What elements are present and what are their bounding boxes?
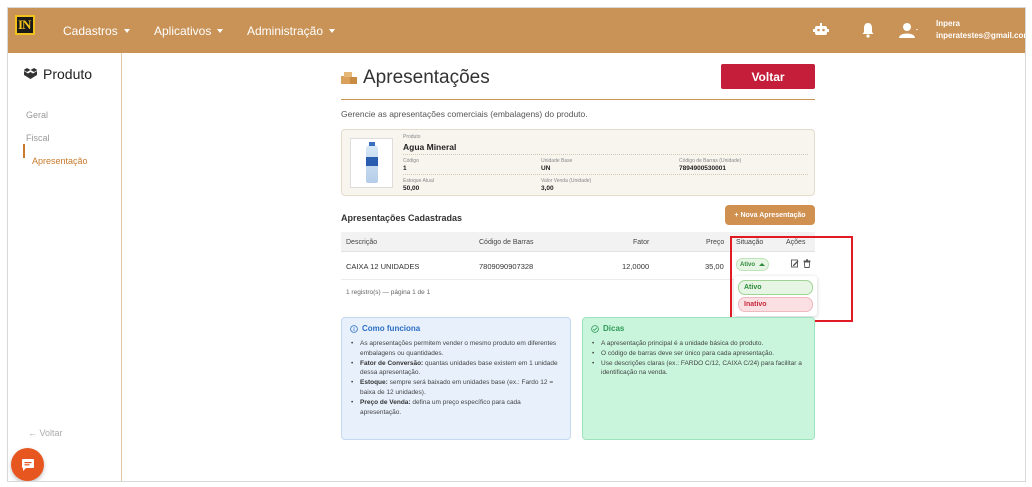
sidebar-back-link[interactable]: ← Voltar xyxy=(28,428,63,438)
page-title: Apresentações xyxy=(341,67,490,89)
product-name: Agua Mineral xyxy=(403,142,457,152)
cell-preco: 35,00 xyxy=(705,262,724,271)
chevron-down-icon xyxy=(123,29,130,33)
list-item: Preço de Venda: defina um preço específi… xyxy=(350,398,562,418)
bottle-cap xyxy=(369,142,375,146)
barcode-value: 7894900530001 xyxy=(679,165,726,172)
user-info[interactable]: Inpera inperatestes@gmail.com xyxy=(936,18,1026,42)
robot-icon[interactable] xyxy=(813,22,829,38)
highlight-box xyxy=(730,236,853,322)
sidebar-item-fiscal[interactable]: Fiscal xyxy=(26,133,50,143)
new-presentation-button[interactable]: + Nova Apresentação xyxy=(725,205,815,225)
unit-value: UN xyxy=(541,165,551,172)
col-fator[interactable]: Fator xyxy=(633,239,649,246)
how-it-works-box: Como funciona As apresentações permitem … xyxy=(341,317,571,440)
barcode-label: Código de Barras (Unidade) xyxy=(679,158,742,164)
code-label: Código xyxy=(403,158,419,164)
cell-fator: 12,0000 xyxy=(622,262,650,271)
chevron-down-icon xyxy=(329,29,336,33)
stock-value: 50,00 xyxy=(403,185,420,192)
code-value: 1 xyxy=(403,165,407,172)
list-item: Fator de Conversão: quantas unidades bas… xyxy=(350,359,562,379)
boxes-icon xyxy=(341,72,357,84)
sidebar-item-apresentacao[interactable]: Apresentação xyxy=(32,156,88,166)
chat-button[interactable] xyxy=(11,448,44,481)
back-button[interactable]: Voltar xyxy=(721,64,815,89)
product-image xyxy=(350,138,393,188)
page-subtitle: Gerencie as apresentações comerciais (em… xyxy=(341,109,588,119)
sidebar-title: Produto xyxy=(24,66,92,82)
boxes-icon xyxy=(24,68,37,79)
tips-box: Dicas A apresentação principal é a unida… xyxy=(582,317,815,440)
col-descricao[interactable]: Descrição xyxy=(346,239,377,246)
stock-label: Estoque Atual xyxy=(403,178,434,184)
section-title: Apresentações Cadastradas xyxy=(341,213,463,223)
user-name: Inpera xyxy=(936,19,961,28)
bottle-label xyxy=(366,157,378,166)
app-logo[interactable]: IN xyxy=(15,15,35,35)
list-item: As apresentações permitem vender o mesmo… xyxy=(350,339,562,359)
col-preco[interactable]: Preço xyxy=(706,239,724,246)
active-indicator xyxy=(23,144,25,158)
how-it-works-list: As apresentações permitem vender o mesmo… xyxy=(350,339,562,417)
divider xyxy=(403,174,808,175)
title-divider xyxy=(341,99,815,100)
col-codigo[interactable]: Código de Barras xyxy=(479,239,533,246)
chat-icon xyxy=(21,458,34,471)
check-circle-icon xyxy=(591,324,599,333)
list-item: O código de barras deve ser único para c… xyxy=(591,349,806,359)
sidebar-item-geral[interactable]: Geral xyxy=(26,110,48,120)
bell-icon[interactable] xyxy=(860,22,876,38)
tips-title: Dicas xyxy=(591,324,806,333)
how-it-works-title: Como funciona xyxy=(350,324,562,333)
pagination-info: 1 registro(s) — página 1 de 1 xyxy=(346,289,431,296)
menu-administracao[interactable]: Administração xyxy=(247,24,336,38)
product-summary-card: Produto Agua Mineral Código 1 Unidade Ba… xyxy=(341,129,815,196)
cell-descricao: CAIXA 12 UNIDADES xyxy=(346,262,420,271)
price-value: 3,00 xyxy=(541,185,554,192)
top-navbar: IN Cadastros Aplicativos Administração I… xyxy=(8,8,1025,53)
menu-aplicativos[interactable]: Aplicativos xyxy=(154,24,224,38)
info-icon xyxy=(350,324,358,333)
cell-codigo: 7809090907328 xyxy=(479,262,534,271)
user-avatar-icon[interactable] xyxy=(899,22,919,38)
list-item: Estoque: sempre será baixado em unidades… xyxy=(350,378,562,398)
unit-label: Unidade Base xyxy=(541,158,573,164)
list-item: A apresentação principal é a unidade bás… xyxy=(591,339,806,349)
divider xyxy=(403,154,808,155)
tips-list: A apresentação principal é a unidade bás… xyxy=(591,339,806,378)
app-frame: IN Cadastros Aplicativos Administração I… xyxy=(7,7,1026,482)
price-label: Valor Venda (Unidade) xyxy=(541,178,592,184)
chevron-down-icon xyxy=(217,29,224,33)
user-email: inperatestes@gmail.com xyxy=(936,31,1026,40)
sidebar: Produto Geral Fiscal Apresentação ← Volt… xyxy=(8,53,122,481)
menu-cadastros[interactable]: Cadastros xyxy=(63,24,130,38)
product-label: Produto xyxy=(403,134,421,140)
list-item: Use descrições claras (ex.: FARDO C/12, … xyxy=(591,359,806,379)
